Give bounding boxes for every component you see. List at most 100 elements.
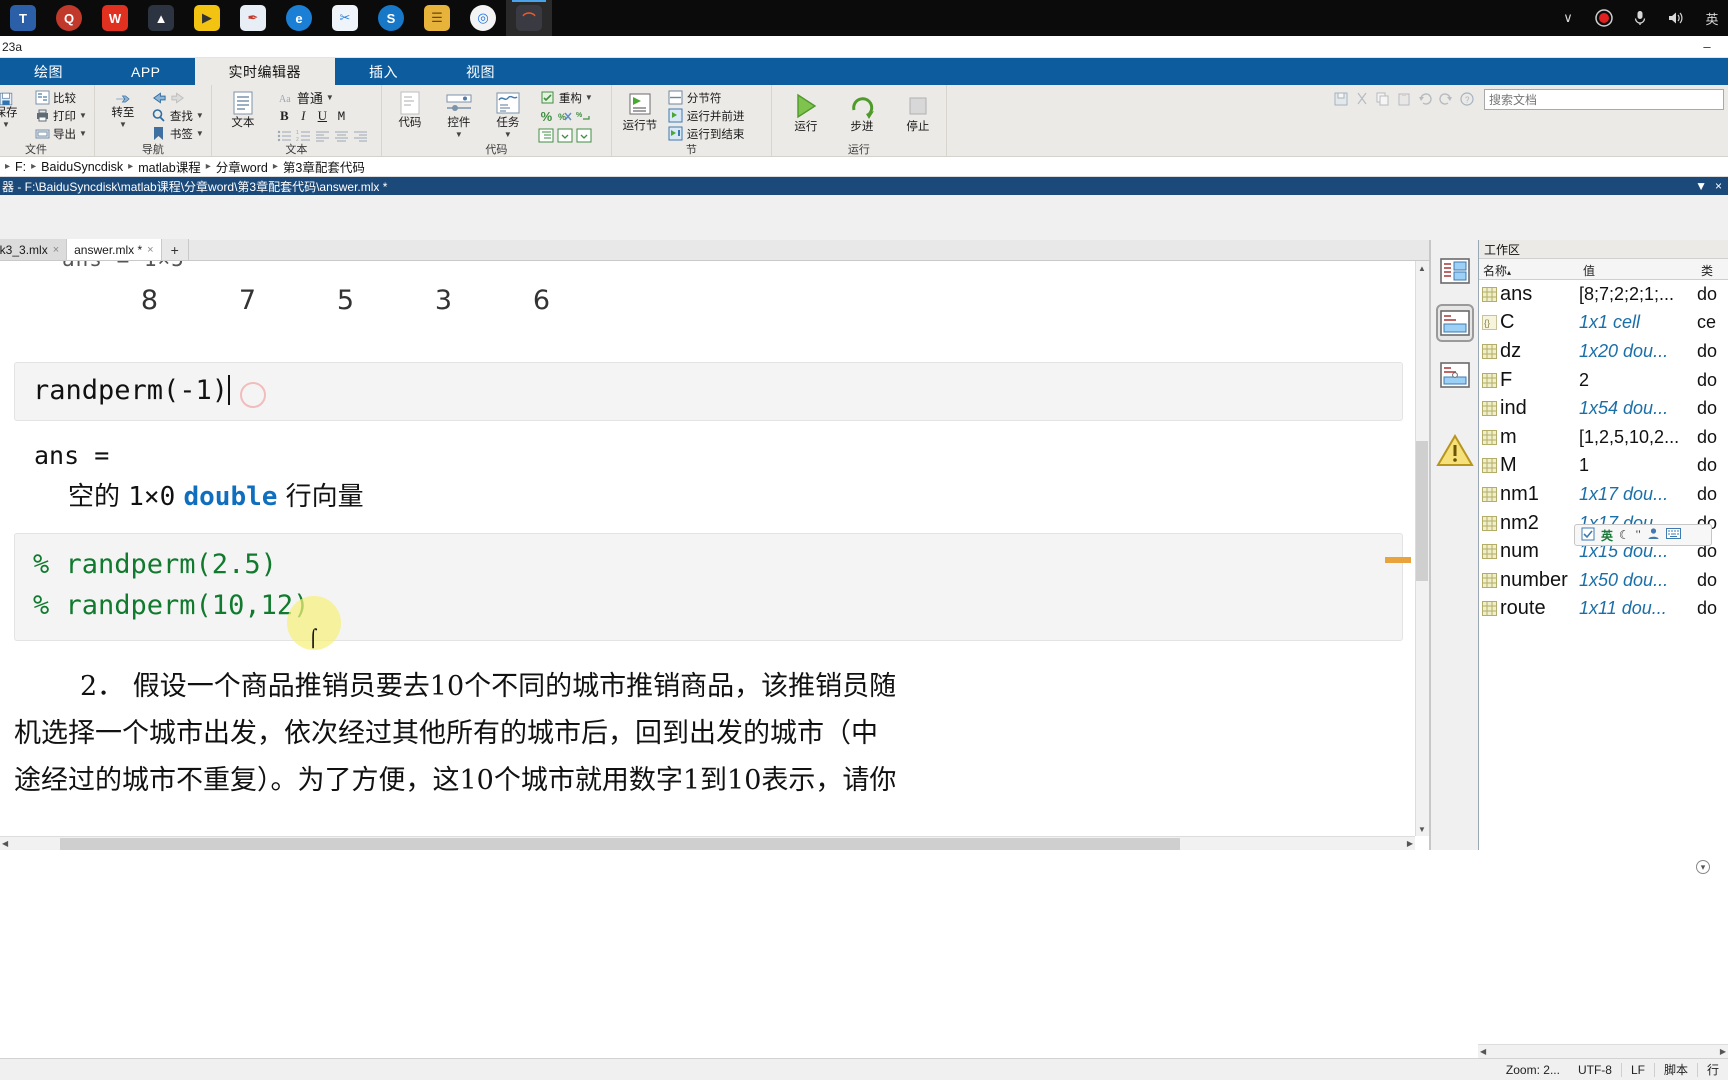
comment-code-cell[interactable]: % randperm(2.5) % randperm(10,12) <box>14 532 1403 641</box>
ws-scroll-right-arrow[interactable]: ▶ <box>1720 1047 1726 1056</box>
uncomment-icon[interactable]: % <box>557 108 574 125</box>
taskbar-app-cat[interactable]: ▲ <box>138 0 184 36</box>
workspace-row[interactable]: number 1x50 dou... do <box>1479 566 1728 595</box>
copy-icon[interactable] <box>1376 92 1390 106</box>
workspace-row[interactable]: route 1x11 dou... do <box>1479 595 1728 624</box>
comment-line-1[interactable]: % randperm(2.5) <box>33 544 1384 585</box>
find-button[interactable]: 查找 ▼ <box>149 107 206 124</box>
workspace-row[interactable]: ans [8;7;2;2;1;... do <box>1479 280 1728 309</box>
window-minimize-button[interactable]: – <box>1686 39 1728 54</box>
run-advance-button[interactable]: 运行并前进 <box>666 107 747 124</box>
control-button[interactable]: 控件 ▼ <box>436 89 482 139</box>
run-button[interactable]: 运行 <box>783 89 829 133</box>
ime-mode-label[interactable]: 英 <box>1601 527 1613 544</box>
bookmark-button[interactable]: 书签 ▼ <box>149 125 206 142</box>
workspace-row[interactable]: dz 1x20 dou... do <box>1479 337 1728 366</box>
line-ending-label[interactable]: LF <box>1622 1063 1654 1077</box>
ime-indicator[interactable]: 英 <box>1702 8 1722 28</box>
taskbar-app-snip[interactable]: ✂ <box>322 0 368 36</box>
refactor-button[interactable]: 重构 ▼ <box>538 89 595 106</box>
ime-keyboard-icon[interactable] <box>1665 528 1681 542</box>
vertical-scroll-thumb[interactable] <box>1416 441 1428 581</box>
record-indicator-icon[interactable] <box>1594 8 1614 28</box>
scroll-right-arrow[interactable]: ▶ <box>1407 839 1413 848</box>
workspace-row[interactable]: F 2 do <box>1479 366 1728 395</box>
taskbar-app-folder[interactable]: ☰ <box>414 0 460 36</box>
taskbar-app-sogou[interactable]: S <box>368 0 414 36</box>
section-break-button[interactable]: 分节符 <box>666 89 747 106</box>
document-horizontal-scrollbar[interactable]: ◀ ▶ <box>0 836 1415 850</box>
taskbar-app-potplayer[interactable]: ▶ <box>184 0 230 36</box>
workspace-header-class[interactable]: 类 <box>1697 259 1728 279</box>
taskbar-app-qq[interactable]: Q <box>46 0 92 36</box>
undo-icon[interactable] <box>1418 92 1432 106</box>
breadcrumb-item-3[interactable]: 分章word <box>212 157 272 176</box>
wrap-comment-icon[interactable]: % <box>576 108 593 125</box>
workspace-header-value[interactable]: 值 <box>1579 259 1697 279</box>
tab-plot[interactable]: 绘图 <box>0 58 97 85</box>
task-caret-icon[interactable]: ▼ <box>504 130 512 139</box>
syntax-error-circle-icon[interactable] <box>240 381 267 408</box>
document-scroll-region[interactable]: ans = 1×5 8 7 5 3 6 randperm(-1) ans = <box>0 261 1429 850</box>
output-hidden-button[interactable] <box>1436 356 1474 394</box>
ime-user-icon[interactable] <box>1647 527 1660 543</box>
print-button[interactable]: 打印 ▼ <box>32 107 89 124</box>
step-button[interactable]: 步进 <box>839 89 885 133</box>
find-caret-icon[interactable]: ▼ <box>196 111 204 120</box>
back-icon[interactable] <box>151 90 167 106</box>
section-run-marker[interactable] <box>1385 557 1411 563</box>
code-button[interactable]: 代码 <box>387 89 433 129</box>
stop-button[interactable]: 停止 <box>895 89 941 133</box>
export-caret-icon[interactable]: ▼ <box>79 129 87 138</box>
breadcrumb-item-2[interactable]: matlab课程 <box>134 157 205 176</box>
export-button[interactable]: 导出 ▼ <box>32 125 89 142</box>
new-tab-button[interactable]: + <box>161 239 189 260</box>
close-tab-icon[interactable]: × <box>53 244 59 256</box>
taskbar-app-matlab[interactable]: ⌒ <box>506 0 552 36</box>
run-section-button[interactable]: 运行节 <box>617 89 663 132</box>
compare-button[interactable]: 比较 <box>32 89 89 106</box>
workspace-row[interactable]: nm1 1x17 dou... do <box>1479 480 1728 509</box>
tab-app[interactable]: APP <box>97 58 195 85</box>
run-to-end-button[interactable]: 运行到结束 <box>666 125 747 142</box>
save-quick-icon[interactable] <box>1334 92 1348 106</box>
text-style-dropdown[interactable]: Aa 普通 ▼ <box>276 89 369 106</box>
code-text[interactable]: randperm(-1) <box>33 375 228 406</box>
question-paragraph[interactable]: 2． 假设一个商品推销员要去10个不同的城市推销商品，该推销员随 机选择一个城市… <box>0 641 1415 804</box>
comment-line-2[interactable]: % randperm(10,12) <box>33 585 1384 626</box>
forward-icon[interactable] <box>170 90 186 106</box>
file-type-label[interactable]: 脚本 <box>1655 1061 1697 1078</box>
redo-icon[interactable] <box>1439 92 1453 106</box>
ime-tone-icon[interactable]: ‛’ <box>1636 529 1641 541</box>
workspace-row[interactable]: ind 1x54 dou... do <box>1479 394 1728 423</box>
line-indicator-label[interactable]: 行 <box>1698 1061 1728 1078</box>
workspace-row[interactable]: M 1 do <box>1479 452 1728 481</box>
breadcrumb-item-4[interactable]: 第3章配套代码 <box>279 157 369 176</box>
microphone-icon[interactable] <box>1630 8 1650 28</box>
scroll-left-arrow[interactable]: ◀ <box>2 839 8 848</box>
taskbar-app-paint[interactable]: ✒ <box>230 0 276 36</box>
underline-button[interactable]: U <box>314 108 331 125</box>
search-input[interactable]: 搜索文档 <box>1484 89 1724 110</box>
goto-button[interactable]: 转至 ▼ <box>100 89 146 129</box>
workspace-row[interactable]: {} C 1x1 cell ce <box>1479 309 1728 338</box>
scroll-up-arrow[interactable]: ▲ <box>1416 261 1428 275</box>
horizontal-scroll-thumb[interactable] <box>60 838 1180 850</box>
zoom-level-label[interactable]: Zoom: 2... <box>1497 1063 1569 1077</box>
taskbar-app-edge[interactable]: e <box>276 0 322 36</box>
taskbar-app-teams[interactable]: T <box>0 0 46 36</box>
ws-scroll-left-arrow[interactable]: ◀ <box>1480 1047 1486 1056</box>
italic-button[interactable]: I <box>295 108 312 125</box>
expand-command-window-icon[interactable]: ▾ <box>1696 860 1710 874</box>
paste-icon[interactable] <box>1397 92 1411 106</box>
cut-icon[interactable] <box>1355 92 1369 106</box>
ime-floating-toolbar[interactable]: 英 ☾ ‛’ <box>1574 524 1712 546</box>
save-button[interactable]: 保存 ▼ <box>0 89 29 129</box>
encoding-label[interactable]: UTF-8 <box>1569 1063 1621 1077</box>
output-below-button[interactable] <box>1435 304 1474 342</box>
goto-caret-icon[interactable]: ▼ <box>119 120 127 129</box>
workspace-header-name[interactable]: 名称▴ <box>1479 259 1579 279</box>
taskbar-app-wps[interactable]: W <box>92 0 138 36</box>
bookmark-caret-icon[interactable]: ▼ <box>196 129 204 138</box>
refactor-caret-icon[interactable]: ▼ <box>585 93 593 102</box>
